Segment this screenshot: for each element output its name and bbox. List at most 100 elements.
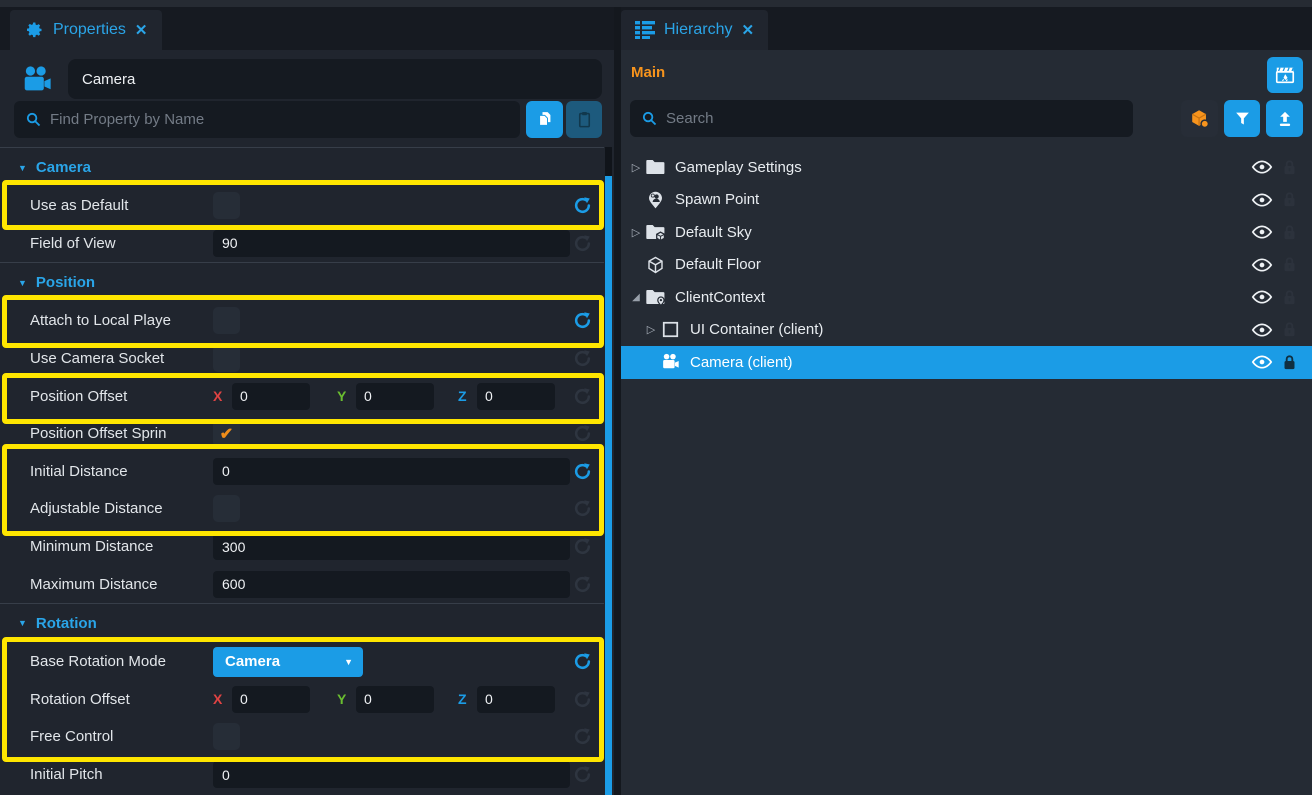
tree-row-clientcontext[interactable]: ◢ClientContext: [621, 281, 1312, 314]
number-input-initial-pitch[interactable]: 0: [213, 761, 570, 788]
properties-tab-bar: Properties ✕: [0, 7, 614, 50]
lock-icon[interactable]: [1282, 289, 1298, 306]
window-top-strip: [0, 0, 1312, 7]
eye-icon[interactable]: [1251, 192, 1273, 208]
property-row-field-of-view: Field of View90: [0, 225, 604, 263]
number-input-field-of-view[interactable]: 90: [213, 230, 570, 257]
reset-icon[interactable]: [572, 765, 592, 785]
filter-button[interactable]: [1224, 100, 1260, 137]
lock-icon[interactable]: [1282, 191, 1298, 208]
reset-icon[interactable]: [572, 727, 592, 747]
tree-row-gameplay-settings[interactable]: ▷Gameplay Settings: [621, 151, 1312, 184]
property-label: Field of View: [30, 235, 213, 252]
reset-icon[interactable]: [572, 461, 592, 481]
property-control: [213, 723, 570, 750]
section-header-rotation[interactable]: ▼Rotation: [0, 603, 604, 643]
tab-properties[interactable]: Properties ✕: [10, 10, 162, 50]
lock-icon[interactable]: [1282, 321, 1298, 338]
expander-collapsed-icon[interactable]: ▷: [643, 323, 659, 336]
reset-icon[interactable]: [572, 349, 592, 369]
lock-icon[interactable]: [1282, 159, 1298, 176]
copy-properties-button[interactable]: [526, 101, 563, 138]
reset-icon[interactable]: [572, 386, 592, 406]
checkbox-use-as-default[interactable]: [213, 192, 240, 219]
close-icon[interactable]: ✕: [741, 21, 754, 39]
property-row-minimum-distance: Minimum Distance300: [0, 528, 604, 566]
tab-hierarchy[interactable]: Hierarchy ✕: [621, 10, 768, 50]
entity-name-input[interactable]: [68, 59, 602, 99]
property-control: X0Y0Z0: [213, 383, 570, 410]
property-control: 0: [213, 761, 570, 788]
collapse-triangle-icon: ▼: [18, 618, 27, 628]
reset-icon[interactable]: [572, 424, 592, 444]
spawn-point-icon: [644, 190, 666, 210]
eye-icon[interactable]: [1251, 354, 1273, 370]
tree-item-label: Default Sky: [675, 224, 752, 241]
y-input-position-offset[interactable]: 0: [356, 383, 434, 410]
checkbox-position-offset-sprin[interactable]: ✔: [213, 420, 240, 447]
launch-preview-button[interactable]: [1267, 57, 1303, 93]
tree-row-ui-container-client[interactable]: ▷UI Container (client): [621, 314, 1312, 347]
axis-label-x: X: [213, 691, 228, 707]
ui-container-icon: [659, 320, 681, 339]
expander-collapsed-icon[interactable]: ▷: [628, 161, 644, 174]
lock-icon[interactable]: [1282, 256, 1298, 273]
collapse-triangle-icon: ▼: [18, 278, 27, 288]
y-input-rotation-offset[interactable]: 0: [356, 686, 434, 713]
checkbox-attach-to-local-playe[interactable]: [213, 307, 240, 334]
paste-properties-button[interactable]: [566, 101, 602, 138]
number-input-initial-distance[interactable]: 0: [213, 458, 570, 485]
property-row-base-rotation-mode: Base Rotation ModeCamera▼: [0, 643, 604, 681]
tree-row-default-floor[interactable]: Default Floor: [621, 249, 1312, 282]
reset-icon[interactable]: [572, 311, 592, 331]
z-input-rotation-offset[interactable]: 0: [477, 686, 555, 713]
tree-row-spawn-point[interactable]: Spawn Point: [621, 184, 1312, 217]
checkbox-free-control[interactable]: [213, 723, 240, 750]
section-header-camera[interactable]: ▼Camera: [0, 147, 604, 187]
reset-icon[interactable]: [572, 652, 592, 672]
property-control: [213, 495, 570, 522]
property-label: Initial Pitch: [30, 766, 213, 783]
upload-button[interactable]: [1266, 100, 1303, 137]
checkbox-adjustable-distance[interactable]: [213, 495, 240, 522]
property-label: Initial Distance: [30, 463, 213, 480]
reset-icon[interactable]: [572, 233, 592, 253]
number-input-minimum-distance[interactable]: 300: [213, 533, 570, 560]
reset-icon[interactable]: [572, 499, 592, 519]
z-input-position-offset[interactable]: 0: [477, 383, 555, 410]
x-input-position-offset[interactable]: 0: [232, 383, 310, 410]
reset-icon[interactable]: [572, 574, 592, 594]
scrollbar-track[interactable]: [605, 147, 612, 795]
number-input-maximum-distance[interactable]: 600: [213, 571, 570, 598]
lock-icon[interactable]: [1282, 224, 1298, 241]
eye-icon[interactable]: [1251, 257, 1273, 273]
folder-icon: [644, 158, 666, 176]
eye-icon[interactable]: [1251, 224, 1273, 240]
hierarchy-search-input[interactable]: [666, 110, 1133, 127]
property-search-input[interactable]: [50, 111, 520, 128]
lock-icon[interactable]: [1282, 354, 1298, 371]
tree-row-camera-client[interactable]: Camera (client): [621, 346, 1312, 379]
reset-icon[interactable]: [572, 537, 592, 557]
eye-icon[interactable]: [1251, 159, 1273, 175]
property-control: 600: [213, 571, 570, 598]
reset-icon[interactable]: [572, 689, 592, 709]
dropdown-base-rotation-mode[interactable]: Camera▼: [213, 647, 363, 677]
property-label: Use Camera Socket: [30, 350, 213, 367]
upload-icon: [1275, 109, 1295, 129]
reset-icon[interactable]: [572, 196, 592, 216]
property-control: [213, 345, 570, 372]
checkbox-use-camera-socket[interactable]: [213, 345, 240, 372]
asset-view-button[interactable]: [1181, 100, 1218, 137]
eye-icon[interactable]: [1251, 322, 1273, 338]
tree-row-default-sky[interactable]: ▷ Default Sky: [621, 216, 1312, 249]
x-input-rotation-offset[interactable]: 0: [232, 686, 310, 713]
asset-cube-icon: [1189, 108, 1211, 130]
section-header-position[interactable]: ▼Position: [0, 262, 604, 302]
expander-collapsed-icon[interactable]: ▷: [628, 226, 644, 239]
eye-icon[interactable]: [1251, 289, 1273, 305]
scrollbar-thumb[interactable]: [605, 176, 612, 795]
property-label: Minimum Distance: [30, 538, 213, 555]
expander-expanded-icon[interactable]: ◢: [628, 292, 644, 303]
close-icon[interactable]: ✕: [135, 21, 148, 39]
